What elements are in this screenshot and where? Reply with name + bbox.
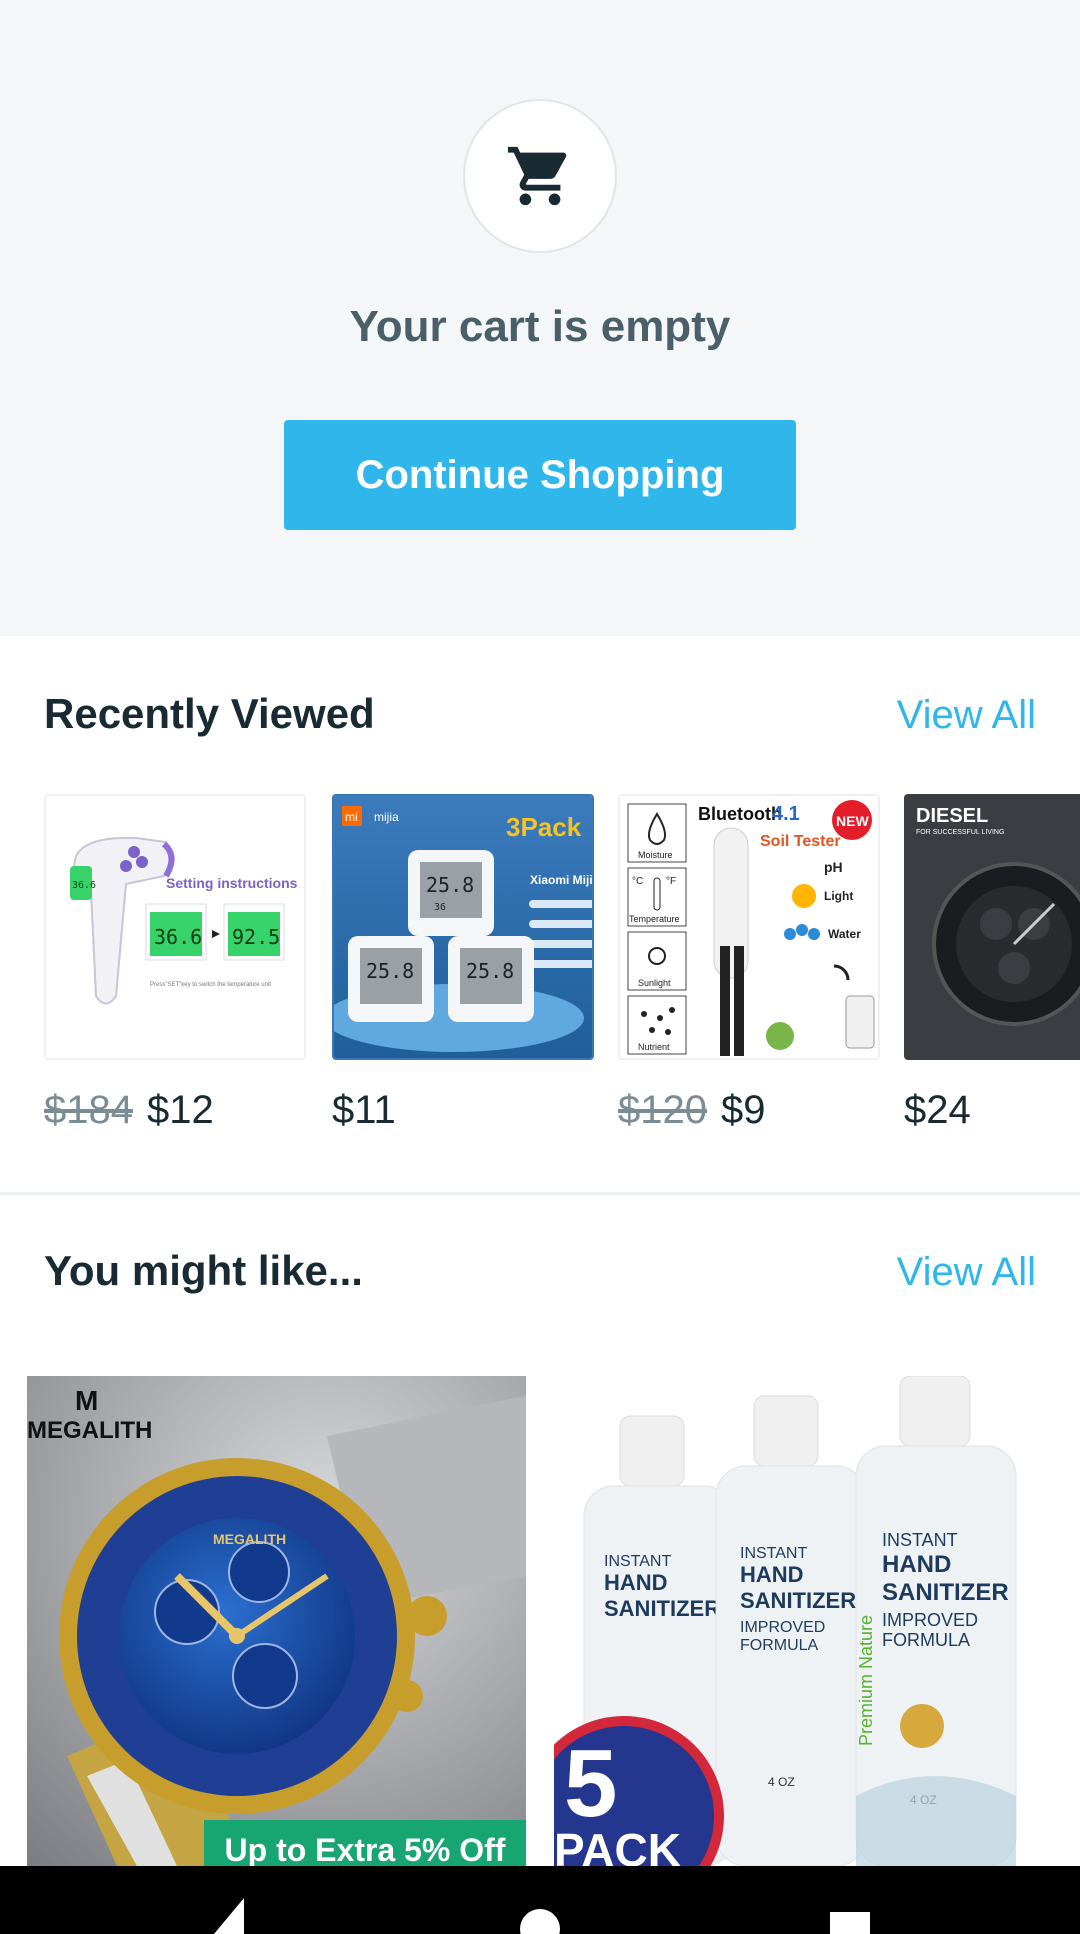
- continue-shopping-button[interactable]: Continue Shopping: [284, 420, 796, 530]
- home-icon[interactable]: [515, 1904, 565, 1934]
- recently-viewed-item-diesel-watch[interactable]: DIESEL FOR SUCCESSFUL LIVING: [904, 794, 1080, 1060]
- svg-text:92.5: 92.5: [232, 925, 280, 949]
- current-price: $9: [720, 1088, 766, 1132]
- product-card-megalith-watch[interactable]: M MEGALITH MEGALITH: [27, 1376, 526, 1866]
- svg-text:mi: mi: [345, 810, 358, 824]
- thermometer-product-image: 36.6 Setting instructions 36.6 92.5 Pres…: [46, 796, 304, 1058]
- recently-viewed-price-1: $184 $12: [44, 1088, 214, 1133]
- svg-text:Bluetooth: Bluetooth: [698, 804, 782, 824]
- svg-text:DIESEL: DIESEL: [916, 805, 988, 827]
- empty-cart-title: Your cart is empty: [349, 302, 731, 351]
- svg-text:NEW: NEW: [836, 813, 869, 829]
- svg-text:IMPROVED: IMPROVED: [882, 1610, 978, 1630]
- svg-text:25.8: 25.8: [466, 959, 514, 983]
- svg-text:HAND: HAND: [740, 1562, 804, 1587]
- svg-text:Setting instructions: Setting instructions: [166, 875, 298, 891]
- svg-text:INSTANT: INSTANT: [604, 1553, 671, 1570]
- svg-text:PACK: PACK: [554, 1824, 681, 1866]
- diesel-watch-product-image: DIESEL FOR SUCCESSFUL LIVING: [904, 794, 1080, 1060]
- mijia-product-image: mi mijia 3Pack Xiaomi Mijia 25.8 36 25.8…: [334, 796, 594, 1058]
- megalith-watch-product-image: M MEGALITH MEGALITH: [27, 1376, 526, 1866]
- svg-text:4 OZ: 4 OZ: [768, 1775, 795, 1789]
- svg-text:Press"SET"key to switch the te: Press"SET"key to switch the temperature …: [150, 982, 271, 988]
- svg-text:SANITIZER: SANITIZER: [882, 1579, 1009, 1606]
- recently-viewed-price-2: $11: [332, 1088, 396, 1133]
- recently-viewed-price-4: $24: [904, 1088, 971, 1133]
- svg-text:Xiaomi Mijia: Xiaomi Mijia: [530, 873, 594, 887]
- svg-text:FORMULA: FORMULA: [740, 1637, 819, 1654]
- svg-text:5: 5: [564, 1730, 617, 1837]
- recently-viewed-view-all-link[interactable]: View All: [897, 693, 1036, 738]
- recently-viewed-item-thermometer[interactable]: 36.6 Setting instructions 36.6 92.5 Pres…: [44, 794, 306, 1060]
- svg-text:HAND: HAND: [882, 1551, 951, 1578]
- svg-text:3Pack: 3Pack: [506, 812, 582, 842]
- recently-viewed-title: Recently Viewed: [44, 690, 375, 737]
- svg-text:pH: pH: [824, 859, 843, 875]
- hand-sanitizer-product-image: INSTANT HAND SANITIZER INSTANT HAND SANI…: [554, 1376, 1053, 1866]
- svg-text:SANITIZER: SANITIZER: [604, 1596, 720, 1621]
- svg-text:MEGALITH: MEGALITH: [27, 1417, 152, 1444]
- svg-text:36.6: 36.6: [72, 880, 96, 891]
- shopping-cart-icon: [507, 146, 567, 206]
- svg-text:36.6: 36.6: [154, 925, 202, 949]
- svg-text:SANITIZER: SANITIZER: [740, 1588, 856, 1613]
- section-divider: [0, 1192, 1080, 1195]
- svg-text:M: M: [75, 1385, 98, 1416]
- svg-text:Moisture: Moisture: [638, 850, 673, 860]
- svg-text:Light: Light: [824, 889, 853, 903]
- svg-text:Temperature: Temperature: [629, 914, 680, 924]
- current-price: $12: [146, 1088, 214, 1132]
- soil-tester-product-image: Bluetooth 4.1 NEW Soil Tester Moisture °…: [620, 796, 878, 1058]
- empty-cart-section: Your cart is empty Continue Shopping: [0, 0, 1080, 636]
- svg-text:INSTANT: INSTANT: [740, 1545, 807, 1562]
- current-price: $24: [904, 1088, 971, 1132]
- you-might-like-view-all-link[interactable]: View All: [897, 1250, 1036, 1295]
- svg-text:25.8: 25.8: [426, 873, 474, 897]
- svg-text:Nutrient: Nutrient: [638, 1042, 670, 1052]
- svg-text:4.1: 4.1: [772, 803, 800, 825]
- svg-text:mijia: mijia: [374, 810, 399, 824]
- svg-text:36: 36: [434, 902, 446, 913]
- recently-viewed-price-3: $120 $9: [618, 1088, 765, 1133]
- svg-text:FOR SUCCESSFUL LIVING: FOR SUCCESSFUL LIVING: [916, 829, 1004, 836]
- product-card-hand-sanitizer[interactable]: INSTANT HAND SANITIZER INSTANT HAND SANI…: [554, 1376, 1053, 1866]
- recently-viewed-item-mijia[interactable]: mi mijia 3Pack Xiaomi Mijia 25.8 36 25.8…: [332, 794, 594, 1060]
- svg-text:INSTANT: INSTANT: [882, 1530, 958, 1550]
- svg-text:°F: °F: [666, 876, 676, 887]
- svg-text:HAND: HAND: [604, 1570, 668, 1595]
- recents-icon[interactable]: [825, 1912, 875, 1934]
- svg-text:25.8: 25.8: [366, 959, 414, 983]
- cart-icon-circle: [463, 99, 617, 253]
- svg-text:Sunlight: Sunlight: [638, 978, 671, 988]
- svg-text:IMPROVED: IMPROVED: [740, 1619, 825, 1636]
- svg-text:Water: Water: [828, 927, 861, 941]
- svg-text:°C: °C: [632, 876, 643, 887]
- old-price: $184: [44, 1088, 133, 1132]
- svg-text:MEGALITH: MEGALITH: [213, 1531, 286, 1547]
- svg-text:Premium Nature: Premium Nature: [856, 1615, 876, 1746]
- svg-text:Soil Tester: Soil Tester: [760, 833, 841, 850]
- old-price: $120: [618, 1088, 707, 1132]
- recently-viewed-item-soil-tester[interactable]: Bluetooth 4.1 NEW Soil Tester Moisture °…: [618, 794, 880, 1060]
- you-might-like-title: You might like...: [44, 1247, 363, 1294]
- svg-text:FORMULA: FORMULA: [882, 1630, 970, 1650]
- system-navigation-bar: [0, 1866, 1080, 1934]
- back-icon[interactable]: [204, 1894, 264, 1934]
- current-price: $11: [332, 1088, 396, 1132]
